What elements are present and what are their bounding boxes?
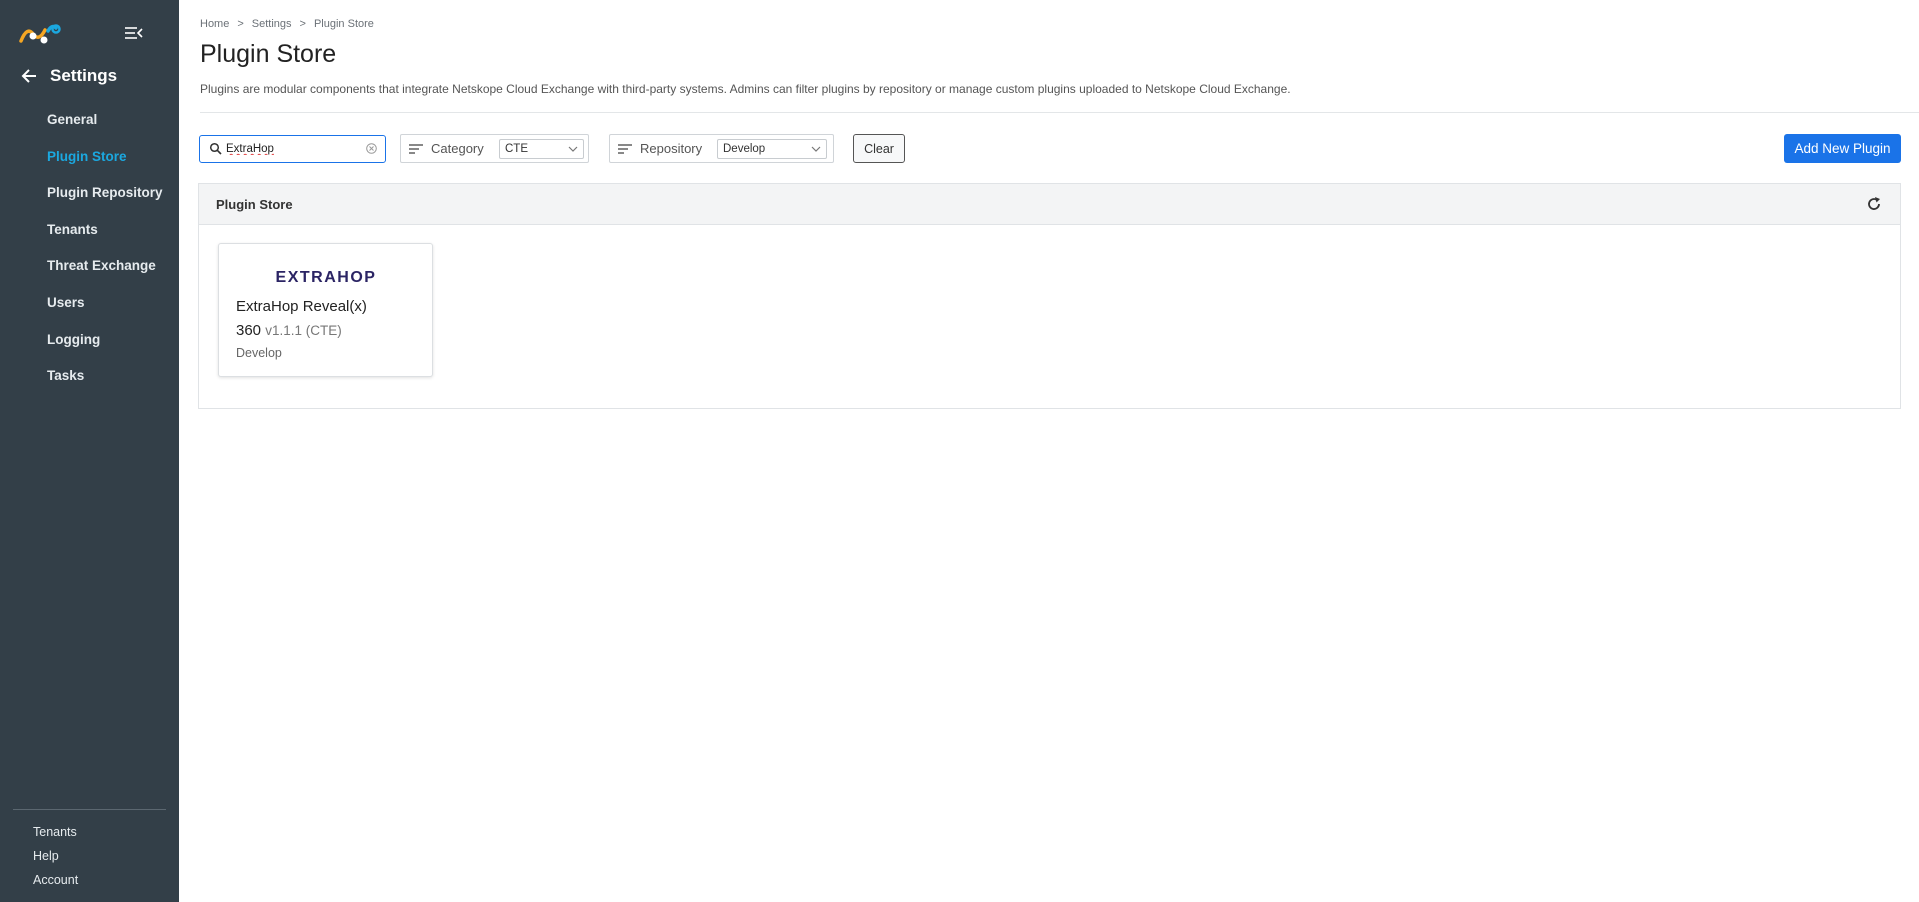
plugin-card[interactable]: EXTRAHOP ExtraHop Reveal(x) 360 v1.1.1 (… xyxy=(218,243,433,377)
plugin-version: v1.1.1 (CTE) xyxy=(265,323,342,338)
category-select[interactable]: CTE xyxy=(499,139,584,159)
sidebar-item-plugin-store[interactable]: Plugin Store xyxy=(47,145,163,182)
bottom-item-account[interactable]: Account xyxy=(33,871,78,895)
breadcrumb-separator: > xyxy=(299,18,306,30)
sidebar-item-tasks[interactable]: Tasks xyxy=(47,364,163,401)
breadcrumb: Home > Settings > Plugin Store xyxy=(200,18,374,30)
sidebar-item-plugin-repository[interactable]: Plugin Repository xyxy=(47,181,163,218)
search-input[interactable] xyxy=(226,143,356,155)
repository-select[interactable]: Develop xyxy=(717,139,827,159)
page-title: Plugin Store xyxy=(200,40,337,68)
sidebar: Settings General Plugin Store Plugin Rep… xyxy=(0,0,179,902)
category-filter: Category CTE xyxy=(400,134,589,163)
settings-back-link[interactable]: Settings xyxy=(20,66,117,86)
filter-sort-icon xyxy=(409,143,423,154)
repository-filter: Repository Develop xyxy=(609,134,834,163)
search-icon xyxy=(209,142,222,155)
panel-header: Plugin Store xyxy=(199,184,1900,225)
clear-filters-button[interactable]: Clear xyxy=(853,134,905,163)
sidebar-item-tenants[interactable]: Tenants xyxy=(47,218,163,255)
category-label: Category xyxy=(431,141,484,156)
bottom-item-help[interactable]: Help xyxy=(33,847,78,871)
page-description: Plugins are modular components that inte… xyxy=(200,82,1291,96)
breadcrumb-settings[interactable]: Settings xyxy=(252,18,292,30)
back-arrow-icon[interactable] xyxy=(20,67,38,85)
extrahop-logo: EXTRAHOP xyxy=(276,269,377,286)
sidebar-title: Settings xyxy=(50,66,118,85)
app-logo-icon[interactable] xyxy=(18,22,62,46)
breadcrumb-current: Plugin Store xyxy=(313,18,374,30)
breadcrumb-separator: > xyxy=(237,18,244,30)
plugin-repository: Develop xyxy=(236,346,282,360)
sidebar-item-threat-exchange[interactable]: Threat Exchange xyxy=(47,254,163,291)
sidebar-bottom-nav: Tenants Help Account xyxy=(33,823,78,895)
sidebar-item-logging[interactable]: Logging xyxy=(47,328,163,365)
add-new-plugin-button[interactable]: Add New Plugin xyxy=(1784,134,1901,163)
filter-sort-icon xyxy=(618,143,632,154)
clear-input-icon[interactable] xyxy=(366,143,377,154)
chevron-down-icon xyxy=(811,146,821,152)
chevron-down-icon xyxy=(568,146,578,152)
main-content: Home > Settings > Plugin Store Plugin St… xyxy=(179,0,1919,902)
repository-select-value: Develop xyxy=(723,143,766,155)
plugin-name: ExtraHop Reveal(x) 360 v1.1.1 (CTE) xyxy=(236,295,396,343)
sidebar-item-users[interactable]: Users xyxy=(47,291,163,328)
collapse-menu-icon[interactable] xyxy=(124,24,144,42)
svg-text:EXTRAHOP: EXTRAHOP xyxy=(276,269,377,286)
sidebar-nav: General Plugin Store Plugin Repository T… xyxy=(47,108,163,401)
sidebar-divider xyxy=(13,809,166,810)
header-divider xyxy=(200,112,1919,113)
repository-label: Repository xyxy=(640,141,703,156)
refresh-icon[interactable] xyxy=(1866,196,1882,212)
panel-title: Plugin Store xyxy=(216,197,293,212)
bottom-item-tenants[interactable]: Tenants xyxy=(33,823,78,847)
category-select-value: CTE xyxy=(505,143,528,155)
sidebar-item-general[interactable]: General xyxy=(47,108,163,145)
breadcrumb-home[interactable]: Home xyxy=(200,18,229,30)
search-box[interactable] xyxy=(199,135,386,163)
plugin-store-panel: Plugin Store EXTRAHOP ExtraHop Reveal(x)… xyxy=(198,183,1901,409)
